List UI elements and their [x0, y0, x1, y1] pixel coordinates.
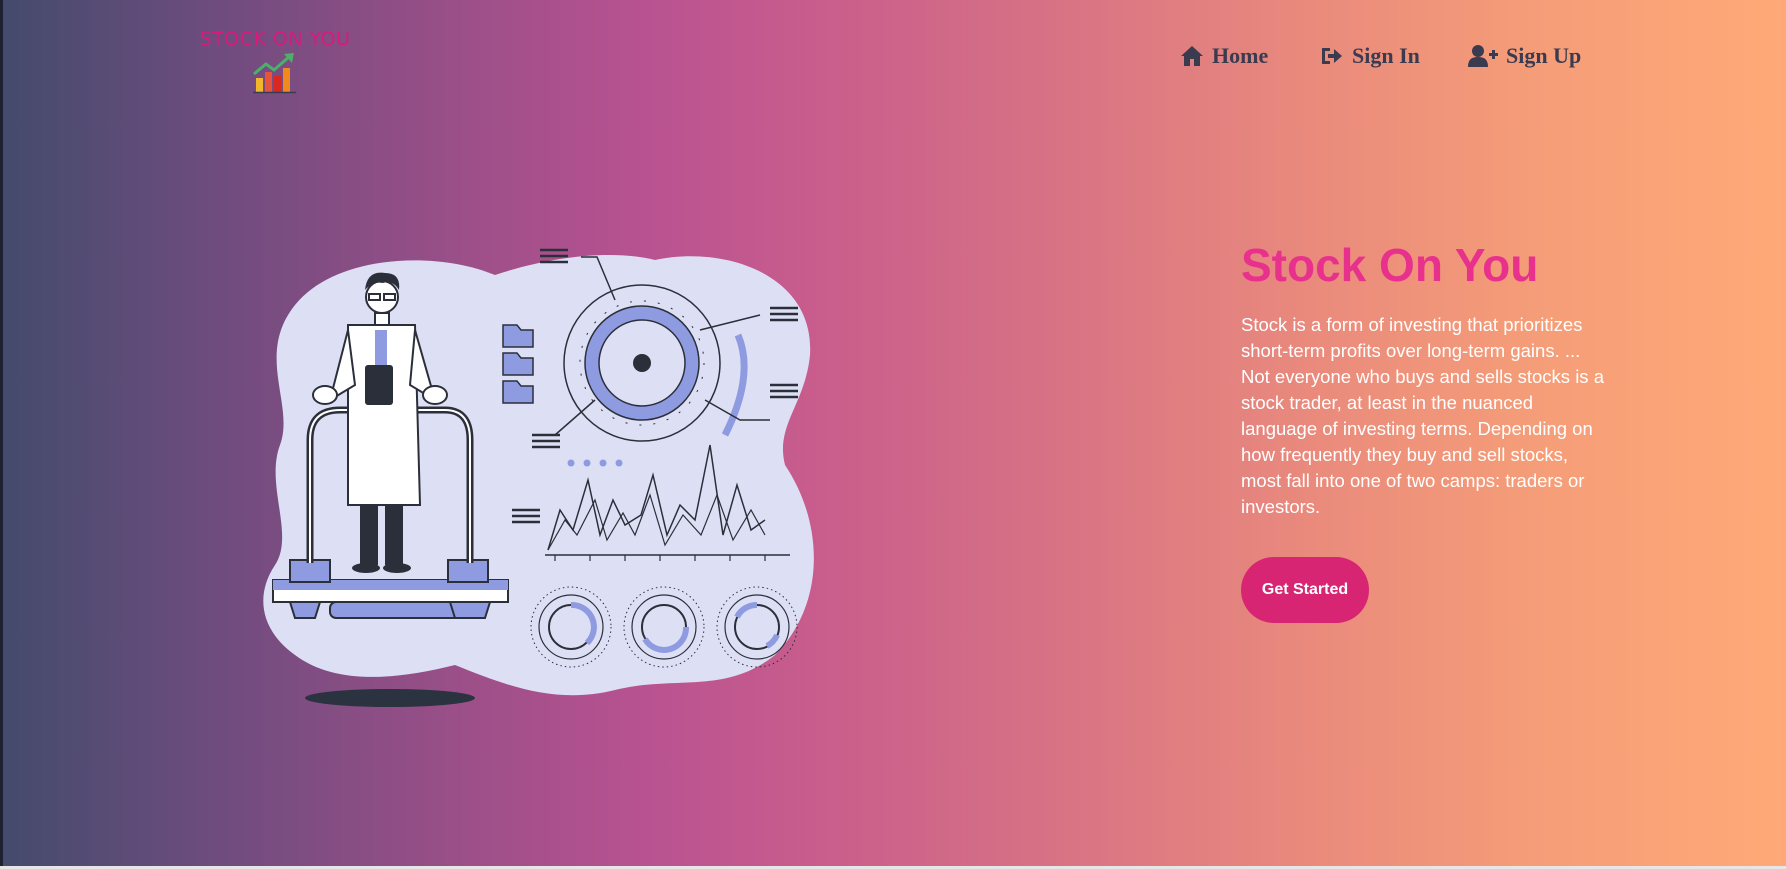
- bar-chart-rising-arrow-icon: [253, 53, 296, 94]
- window-edge: [0, 0, 3, 866]
- logo-text: STOCK ON YOU: [199, 28, 351, 50]
- nav-sign-in-label: Sign In: [1352, 43, 1420, 68]
- scientist-treadmill-illustration: [263, 248, 814, 707]
- shadow: [305, 689, 475, 707]
- landing-page: STOCK ON YOU Home Sign In Sign Up Stock …: [0, 0, 1786, 866]
- sign-in-icon: [1322, 48, 1342, 64]
- hero-title: Stock On You: [1241, 239, 1539, 291]
- hero-description: Stock is a form of investing that priori…: [1241, 314, 1604, 517]
- nav-sign-up[interactable]: Sign Up: [1468, 40, 1581, 72]
- home-icon: [1181, 46, 1203, 66]
- brand-logo[interactable]: STOCK ON YOU: [195, 28, 355, 98]
- nav-home[interactable]: Home: [1180, 40, 1268, 72]
- nav-sign-in[interactable]: Sign In: [1320, 40, 1420, 72]
- user-plus-icon: [1468, 45, 1498, 67]
- get-started-button[interactable]: Get Started: [1241, 557, 1369, 623]
- nav-sign-up-label: Sign Up: [1506, 43, 1582, 68]
- nav-home-label: Home: [1212, 43, 1269, 68]
